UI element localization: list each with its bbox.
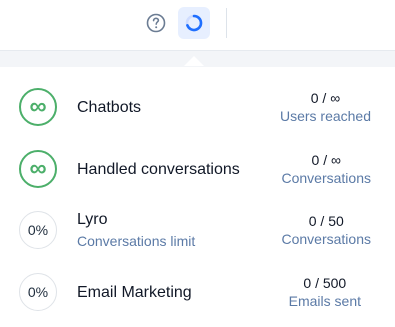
- toolbar-divider: [226, 8, 227, 38]
- usage-value: 0 / ∞ Conversations: [231, 151, 372, 187]
- usage-count: 0 / 50: [308, 213, 344, 229]
- popover-caret: [184, 56, 204, 66]
- usage-metric-label: Conversations: [281, 231, 372, 247]
- infinity-icon: ∞: [29, 93, 47, 120]
- usage-count: 0 / ∞: [311, 152, 341, 168]
- usage-count: 0 / ∞: [310, 90, 341, 106]
- top-toolbar: [0, 0, 395, 50]
- usage-button[interactable]: [178, 7, 210, 39]
- usage-value: 0 / ∞ Users reached: [231, 89, 371, 125]
- question-circle-icon: [146, 13, 166, 33]
- usage-metric-label: Users reached: [279, 108, 371, 124]
- usage-metric-label: Conversations: [281, 170, 372, 186]
- usage-value: 0 / 50 Conversations: [231, 212, 372, 248]
- usage-title: Handled conversations: [77, 161, 240, 178]
- usage-row-chatbots: ∞ Chatbots 0 / ∞ Users reached: [0, 76, 395, 136]
- usage-subtitle-link[interactable]: Conversations limit: [77, 233, 195, 249]
- usage-ring-icon: [185, 14, 203, 32]
- infinity-icon: ∞: [29, 155, 47, 182]
- usage-popover: ∞ Chatbots 0 / ∞ Users reached ∞ Handled…: [0, 66, 395, 327]
- unlimited-badge: ∞: [19, 88, 57, 126]
- percent-badge: 0%: [19, 273, 57, 311]
- usage-title: Lyro: [77, 211, 108, 228]
- usage-row-lyro: 0% Lyro Conversations limit 0 / 50 Conve…: [0, 199, 395, 259]
- usage-title: Email Marketing: [77, 284, 192, 301]
- usage-value: 0 / 500 Emails sent: [221, 274, 361, 310]
- help-button[interactable]: [145, 12, 167, 34]
- usage-row-email-marketing: 0% Email Marketing 0 / 500 Emails sent: [0, 261, 395, 321]
- usage-title: Chatbots: [77, 99, 142, 116]
- unlimited-badge: ∞: [19, 150, 57, 188]
- usage-count: 0 / 500: [303, 275, 347, 291]
- usage-metric-label: Emails sent: [288, 293, 361, 309]
- usage-row-handled-conversations: ∞ Handled conversations 0 / ∞ Conversati…: [0, 138, 395, 198]
- percent-badge: 0%: [19, 211, 57, 249]
